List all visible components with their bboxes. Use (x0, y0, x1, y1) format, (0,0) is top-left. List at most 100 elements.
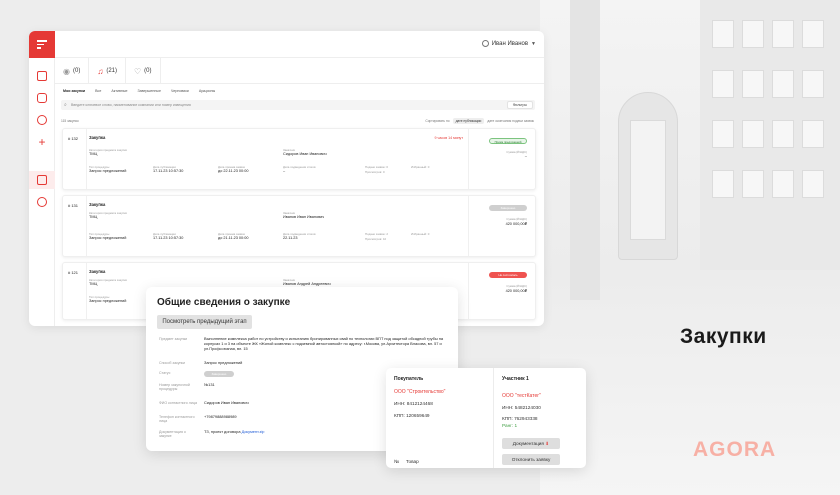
bids-count: Подано заявок: 0 (365, 165, 389, 169)
purchase-card[interactable]: # 131 Закупка Завершено Категория предме… (62, 195, 536, 257)
customer-value: Иванов Андрей Андреевич (283, 282, 331, 286)
docs-link[interactable]: Документ.zip (242, 429, 265, 434)
subject-label: Предмет закупки (159, 337, 188, 341)
search-bar: ⌕ Введите ключевое слово, наименование к… (61, 100, 535, 110)
price-value: 420 000,00₽ (505, 222, 527, 226)
category-value: ТМЦ (89, 282, 98, 286)
purchase-type: Закупка (89, 135, 106, 140)
user-icon (481, 40, 489, 47)
time-left: 9 часов 14 минут (434, 136, 463, 140)
price-value: 420 000,00₽ (505, 289, 527, 293)
filter-finished[interactable]: Завершенные (137, 89, 160, 93)
building-window (802, 70, 824, 98)
status-badge: Завершено (204, 371, 234, 377)
divider (493, 368, 494, 468)
sidebar-item-add-icon[interactable]: + (37, 136, 47, 148)
documentation-button[interactable]: Документация ⬇ (502, 438, 560, 449)
price-value: – (524, 154, 527, 158)
building-column (570, 0, 600, 300)
tab-views-count: (0) (72, 68, 81, 74)
building-window (772, 170, 794, 198)
sort-label: Сортировать по (425, 119, 450, 123)
tab-notifications[interactable]: ♫ (21) (89, 58, 126, 84)
sort-by-deadline[interactable]: дате окончания подачи заявок (487, 119, 534, 123)
tab-notifications-count: (21) (106, 68, 117, 74)
purchase-number: # 131 (68, 203, 79, 208)
method-value: Запрос предложений (204, 360, 243, 365)
sidebar-item-users-icon[interactable] (37, 115, 47, 125)
results-count: 115 закупок (61, 119, 79, 123)
bell-icon: ♫ (97, 66, 104, 76)
menu-button[interactable] (29, 31, 55, 58)
status-label: Статус (159, 371, 171, 375)
tab-views[interactable]: ◉ (0) (55, 58, 90, 84)
sort-controls: Сортировать по дате публикации дате окон… (425, 118, 534, 124)
buyer-name[interactable]: ООО "Строительство" (394, 389, 445, 395)
filter-all[interactable]: Все (95, 89, 101, 93)
views-count: Просмотров: 10 (365, 237, 387, 241)
bids-count: Подано заявок: 2 (365, 232, 389, 236)
docs-prefix: ТЗ, проект договора (204, 429, 241, 434)
purchase-card[interactable]: # 132 Закупка 9 часов 14 минут Прием пре… (62, 128, 536, 190)
user-menu[interactable]: Иван Иванов ▼ (481, 40, 536, 47)
building-window (742, 20, 764, 48)
building-window (712, 20, 734, 48)
filter-drafts[interactable]: Черновики (171, 89, 189, 93)
contact-label: ФИО контактного лица (159, 401, 197, 405)
filter-auctions[interactable]: Аукционы (199, 89, 215, 93)
procedure-value: Запрос предложений (89, 236, 127, 240)
purchase-type: Закупка (89, 269, 106, 274)
sidebar-item-profile-icon[interactable] (37, 93, 47, 103)
participant-rank: Ранг: 1 (502, 423, 518, 428)
filter-links: Мои закупки Все Активные Завершенные Чер… (63, 89, 215, 93)
sidebar-item-catalog-icon[interactable] (37, 71, 47, 81)
publication-value: 17.11.23 10:57:30 (153, 236, 184, 240)
download-icon: ⬇ (545, 441, 550, 446)
purchase-type: Закупка (89, 202, 106, 207)
app-window: + Иван Иванов ▼ ◉ (0) ♫ (21) ♡ (0) Мои з… (29, 31, 544, 326)
previous-stage-button[interactable]: Посмотреть предыдущий этап (157, 315, 252, 329)
procedure-value: Запрос предложений (89, 169, 127, 173)
purchase-number: # 121 (68, 270, 79, 275)
docs-value: ТЗ, проект договора Документ.zip (204, 429, 265, 435)
views-count: Просмотров: 0 (365, 170, 385, 174)
result-value: 22.11.23 (283, 236, 298, 240)
chevron-down-icon: ▼ (531, 40, 536, 47)
participant-name[interactable]: ООО "тестКатег" (502, 393, 541, 399)
tab-favorites[interactable]: ♡ (0) (126, 58, 161, 84)
reject-bid-button[interactable]: Отклонить заявку (502, 454, 560, 465)
customer-value: Сидоров Иван Иванович (283, 152, 327, 156)
building-window (742, 170, 764, 198)
number-label: Номер закупочной процедуры (159, 383, 190, 392)
result-label: Дата подведения итогов (283, 165, 316, 169)
search-input[interactable]: Введите ключевое слово, наименование ком… (71, 103, 191, 107)
user-name: Иван Иванов (491, 40, 529, 47)
buyer-inn: ИНН: 8412124468 (394, 401, 433, 406)
panel-title: Общие сведения о закупке (157, 297, 291, 308)
building-window (802, 170, 824, 198)
filter-active[interactable]: Активные (111, 89, 127, 93)
topbar: Иван Иванов ▼ (55, 31, 544, 58)
method-label: Способ закупки (159, 361, 186, 365)
buyer-title: Покупатель (394, 376, 424, 382)
divider (86, 196, 87, 256)
phone-label: Телефон контактного лица (159, 415, 195, 424)
buyer-kpp: КПП: 120659649 (394, 413, 430, 418)
bids-comparison-panel: Покупатель ООО "Строительство" ИНН: 8412… (386, 368, 586, 468)
sidebar-item-purchases-icon[interactable] (37, 175, 47, 185)
status-badge: Прием предложений (489, 138, 527, 144)
building-window (802, 20, 824, 48)
filter-my-purchases[interactable]: Мои закупки (63, 89, 85, 93)
sort-by-publication[interactable]: дате публикации (452, 118, 485, 124)
divider (468, 129, 469, 189)
status-badge: Не состоялась (489, 272, 527, 278)
divider (86, 263, 87, 319)
result-value: – (283, 169, 286, 173)
filters-button[interactable]: Фильтры (506, 101, 533, 109)
brand-logo: AGORA (693, 438, 777, 461)
sidebar-item-history-icon[interactable] (37, 197, 47, 207)
publication-value: 17.11.23 10:57:30 (153, 169, 184, 173)
category-value: ТМЦ (89, 215, 98, 219)
customer-value: Иванов Иван Иванович (283, 215, 325, 219)
item-header: Товар (406, 459, 419, 464)
